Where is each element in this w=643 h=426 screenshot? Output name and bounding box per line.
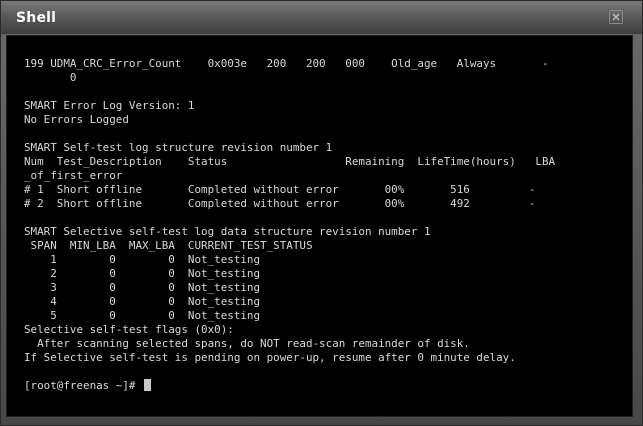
terminal-line: 3 0 0 Not_testing: [50, 281, 261, 294]
terminal-line: SMART Self-test log structure revision n…: [24, 141, 333, 154]
terminal-console[interactable]: 199 UDMA_CRC_Error_Count 0x003e 200 200 …: [6, 35, 633, 417]
terminal-line: 199 UDMA_CRC_Error_Count 0x003e 200 200 …: [24, 57, 549, 70]
close-button[interactable]: [609, 10, 623, 24]
terminal-line: _of_first_error: [24, 169, 123, 182]
terminal-line: If Selective self-test is pending on pow…: [24, 351, 516, 364]
terminal-line: SPAN MIN_LBA MAX_LBA CURRENT_TEST_STATUS: [30, 239, 313, 252]
terminal-line: Num Test_Description Status Remaining Li…: [24, 155, 556, 168]
terminal-line: 4 0 0 Not_testing: [50, 295, 261, 308]
terminal-line: No Errors Logged: [24, 113, 129, 126]
terminal-line: 2 0 0 Not_testing: [50, 267, 261, 280]
terminal-line: SMART Selective self-test log data struc…: [24, 225, 431, 238]
terminal-history: 199 UDMA_CRC_Error_Count 0x003e 200 200 …: [24, 57, 555, 364]
terminal-line: SMART Error Log Version: 1: [24, 99, 195, 112]
terminal-line: # 2 Short offline Completed without erro…: [24, 197, 536, 210]
close-icon: [612, 13, 620, 21]
terminal-line: Selective self-test flags (0x0):: [24, 323, 234, 336]
text-cursor: [144, 379, 152, 391]
terminal-line: 0: [69, 71, 77, 84]
terminal-line: 1 0 0 Not_testing: [50, 253, 261, 266]
terminal-output: 199 UDMA_CRC_Error_Count 0x003e 200 200 …: [24, 57, 555, 393]
terminal-line: After scanning selected spans, do NOT re…: [37, 337, 470, 350]
shell-window: Shell 199 UDMA_CRC_Error_Count 0x003e 20…: [0, 0, 643, 426]
terminal-line: 5 0 0 Not_testing: [50, 309, 261, 322]
shell-prompt: [root@freenas ~]#: [24, 379, 143, 392]
terminal-line: # 1 Short offline Completed without erro…: [24, 183, 536, 196]
window-titlebar[interactable]: Shell: [1, 1, 642, 34]
window-title: Shell: [16, 10, 57, 26]
